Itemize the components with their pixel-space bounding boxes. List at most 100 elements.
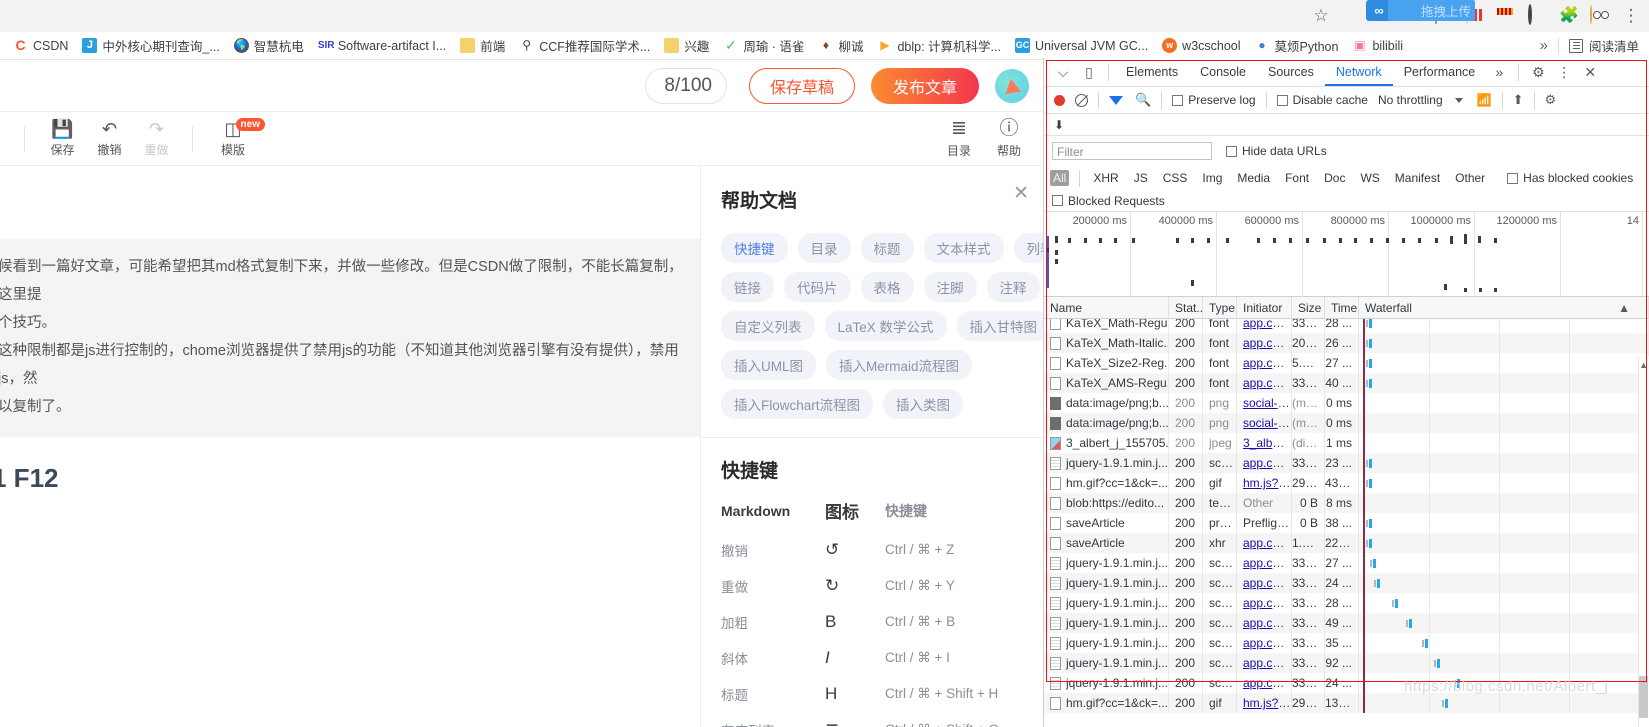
initiator-link[interactable]: app.chu...	[1243, 536, 1291, 550]
evernote-extension-icon[interactable]	[1342, 6, 1362, 26]
kebab-menu-icon[interactable]: ⋮	[1621, 6, 1641, 26]
network-overview-timeline[interactable]: 200000 ms 400000 ms 600000 ms 800000 ms …	[1044, 212, 1649, 297]
type-filter-ws[interactable]: WS	[1357, 170, 1382, 186]
help-tag[interactable]: 表格	[860, 272, 914, 302]
tab-network[interactable]: Network	[1324, 58, 1393, 86]
initiator-link[interactable]: Other	[1243, 496, 1273, 510]
column-header-type[interactable]: Type	[1203, 296, 1237, 319]
bookmark-item[interactable]: ⚲ CCF推荐国际学术...	[512, 34, 657, 58]
tab-performance[interactable]: Performance	[1393, 58, 1487, 86]
help-tag[interactable]: 插入甘特图	[956, 311, 1043, 341]
help-tag[interactable]: LaTeX 数学公式	[824, 311, 947, 341]
initiator-link[interactable]: app.chu...	[1243, 596, 1291, 610]
type-filter-other[interactable]: Other	[1452, 170, 1488, 186]
cell-initiator[interactable]: app.chu...	[1237, 673, 1292, 693]
table-row[interactable]: blob:https://edito... 200 text... Other 0 B8…	[1044, 493, 1649, 513]
initiator-link[interactable]: app.chu...	[1243, 556, 1291, 570]
cell-initiator[interactable]: app.chu...	[1237, 593, 1292, 613]
table-row[interactable]: data:image/png;b...200png social-sh...(me…	[1044, 393, 1649, 413]
bookmark-item[interactable]: C CSDN	[6, 34, 75, 58]
table-row[interactable]: 3_albert_j_155705... 200 jpeg 3_albert_j (di…	[1044, 433, 1649, 453]
help-tag[interactable]: 插入Flowchart流程图	[721, 389, 874, 419]
device-toolbar-icon[interactable]: ▯	[1076, 59, 1102, 85]
cell-initiator[interactable]: app.chu...	[1237, 613, 1292, 633]
initiator-link[interactable]: app.chu...	[1243, 576, 1291, 590]
type-filter-manifest[interactable]: Manifest	[1392, 170, 1443, 186]
glasses-extension-icon[interactable]	[1528, 4, 1548, 26]
bookmark-item[interactable]: ● 莫烦Python	[1248, 34, 1346, 58]
cell-initiator[interactable]: 3_albert_j	[1237, 433, 1292, 453]
type-filter-font[interactable]: Font	[1282, 170, 1312, 186]
puzzle-icon[interactable]: 🧩	[1559, 6, 1579, 26]
gear-icon[interactable]: ⚙	[1525, 59, 1551, 85]
table-row[interactable]: jquery-1.9.1.min.j... 200 script app.chu...…	[1044, 633, 1649, 653]
profile-avatar-icon[interactable]	[1590, 5, 1610, 26]
gear-icon[interactable]: ⚙	[1545, 92, 1557, 108]
bookmark-item[interactable]: 前端	[453, 34, 512, 58]
bookmark-item[interactable]: J 中外核心期刊查询_...	[75, 34, 226, 58]
help-tag[interactable]: 注释	[986, 272, 1040, 302]
reading-list-button[interactable]: 阅读清单	[1559, 36, 1649, 55]
bookmark-item[interactable]: 兴趣	[657, 34, 716, 58]
bookmark-item[interactable]: ✓ 周瑜 · 语雀	[716, 34, 811, 58]
scroll-up-icon[interactable]: ▲	[1639, 360, 1648, 370]
initiator-link[interactable]: hm.js?6b...	[1243, 696, 1291, 710]
column-header-waterfall[interactable]: Waterfall ▲	[1359, 296, 1649, 319]
toc-button[interactable]: ≣ 目录	[947, 118, 971, 159]
network-conditions-icon[interactable]: 📶	[1477, 93, 1492, 107]
table-row[interactable]: hm.gif?cc=1&ck=...200gif hm.js?6b...299 B…	[1044, 693, 1649, 713]
word-count-field[interactable]: 8/100	[644, 67, 727, 104]
initiator-link[interactable]: app.chu...	[1243, 656, 1291, 670]
table-row[interactable]: jquery-1.9.1.min.j... 200 script app.chu...…	[1044, 613, 1649, 633]
bookmark-item[interactable]: w w3cschool	[1155, 34, 1247, 58]
help-tag[interactable]: 代码片	[784, 272, 851, 302]
cell-initiator[interactable]: app.chu...	[1237, 573, 1292, 593]
cell-initiator[interactable]: hm.js?6b...	[1237, 693, 1292, 713]
table-row[interactable]: KaTeX_Math-Regu... 200 font app.chu... 33...…	[1044, 319, 1649, 333]
help-tag[interactable]: 插入UML图	[721, 350, 817, 380]
blocked-requests-checkbox[interactable]: Blocked Requests	[1052, 194, 1165, 208]
bookmark-item[interactable]: ♦ 柳诚	[811, 34, 870, 58]
help-tag[interactable]: 自定义列表	[721, 311, 815, 341]
record-icon[interactable]	[1054, 94, 1065, 106]
initiator-link[interactable]: 3_albert_j	[1243, 436, 1291, 450]
save-button[interactable]: 💾 保存	[39, 120, 86, 158]
publish-article-button[interactable]: 发布文章	[870, 67, 979, 104]
help-tag[interactable]: 注脚	[923, 272, 977, 302]
initiator-link[interactable]: app.chu...	[1243, 336, 1291, 350]
help-tag[interactable]: 链接	[721, 272, 774, 302]
save-draft-button[interactable]: 保存草稿	[748, 67, 855, 104]
table-row[interactable]: KaTeX_Math-Italic... 200 font app.chu... 20.…	[1044, 333, 1649, 353]
bookmark-item[interactable]: 🌎 智慧杭电	[227, 34, 311, 58]
hide-data-urls-checkbox[interactable]: Hide data URLs	[1226, 144, 1327, 158]
cell-initiator[interactable]: hm.js?6b...	[1237, 473, 1292, 493]
editor-content[interactable]: 候看到一篇好文章，可能希望把其md格式复制下来，并做一些修改。但是CSDN做了限…	[0, 166, 700, 727]
close-icon[interactable]: ✕	[1577, 59, 1603, 85]
initiator-link[interactable]: app.chu...	[1243, 636, 1291, 650]
initiator-link[interactable]: app.chu...	[1243, 356, 1291, 370]
bookmark-item[interactable]: ▣ bilibili	[1345, 34, 1410, 58]
send-avatar-icon[interactable]	[995, 68, 1029, 103]
table-row[interactable]: KaTeX_Size2-Reg... 200 font app.chu... 5.9 .…	[1044, 353, 1649, 373]
initiator-link[interactable]: social-sh...	[1243, 396, 1291, 410]
bookmarks-overflow-button[interactable]: »	[1530, 37, 1558, 54]
initiator-link[interactable]: app.chu...	[1243, 456, 1291, 470]
close-icon[interactable]: ✕	[1013, 184, 1029, 203]
throttling-select[interactable]: No throttling	[1378, 93, 1443, 107]
help-tag[interactable]: 快捷键	[721, 233, 788, 263]
cell-initiator[interactable]: app.chu...	[1237, 453, 1292, 473]
column-header-time[interactable]: Time	[1325, 296, 1359, 319]
table-row[interactable]: data:image/png;b...200png social-sh...(me…	[1044, 413, 1649, 433]
filter-icon[interactable]	[1109, 95, 1123, 105]
cell-initiator[interactable]: app.chu...	[1237, 653, 1292, 673]
bookmark-star-icon[interactable]: ☆	[1311, 6, 1331, 26]
bookmark-item[interactable]: ▶ dblp: 计算机科学...	[870, 34, 1008, 58]
initiator-link[interactable]: app.chu...	[1243, 616, 1291, 630]
tabs-overflow-button[interactable]: »	[1486, 59, 1512, 85]
table-row[interactable]: saveArticle 200 xhr app.chu... 1.3 ... 227...	[1044, 533, 1649, 553]
table-row[interactable]: saveArticle 200 pref... Preflight... 0 B 38 .…	[1044, 513, 1649, 533]
disable-cache-checkbox[interactable]: Disable cache	[1276, 93, 1368, 107]
tab-console[interactable]: Console	[1189, 58, 1257, 86]
table-row[interactable]: jquery-1.9.1.min.j... 200 script app.chu...…	[1044, 453, 1649, 473]
help-tag[interactable]: 列表	[1013, 233, 1043, 263]
